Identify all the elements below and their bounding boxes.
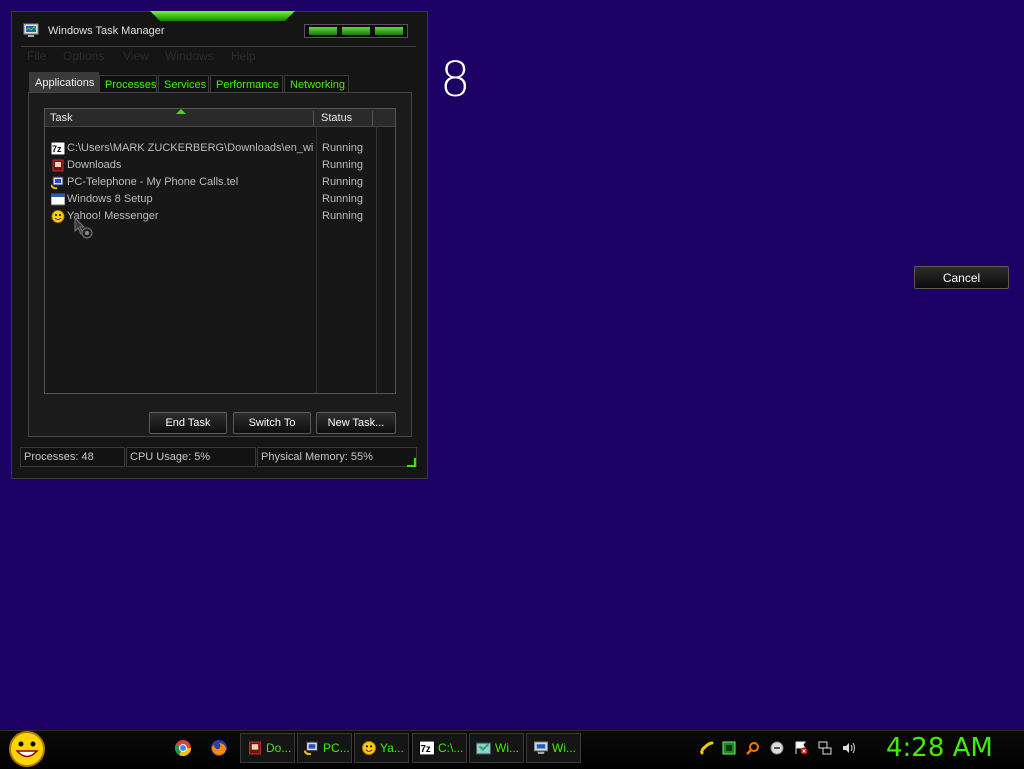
menu-file[interactable]: File bbox=[27, 49, 46, 63]
taskbar-item-task-manager[interactable]: Wi... bbox=[526, 733, 581, 763]
task-name: Windows 8 Setup bbox=[67, 193, 153, 205]
busy-cursor-icon bbox=[74, 217, 93, 239]
menu-bar: File Options View Windows Help bbox=[21, 46, 416, 65]
svg-text:7z: 7z bbox=[421, 744, 431, 755]
action-center-flag-icon[interactable] bbox=[794, 741, 808, 755]
firefox-icon[interactable] bbox=[210, 739, 228, 757]
resize-grip[interactable] bbox=[407, 458, 416, 467]
pc-telephone-icon bbox=[51, 176, 64, 189]
table-row[interactable]: Yahoo! Messenger Running bbox=[49, 208, 389, 225]
setup-window-icon bbox=[51, 193, 65, 206]
menu-options[interactable]: Options bbox=[63, 49, 104, 63]
taskbar-item-7zip[interactable]: 7z C:\... bbox=[412, 733, 467, 763]
taskbar-item-label: Ya... bbox=[380, 741, 404, 755]
window-title: Windows Task Manager bbox=[48, 25, 165, 37]
taskbar-item-label: Wi... bbox=[552, 741, 576, 755]
7zip-icon: 7z bbox=[419, 741, 435, 755]
desktop-big-number: 8 bbox=[440, 52, 471, 108]
downloads-icon bbox=[249, 741, 261, 755]
task-status: Running bbox=[322, 193, 363, 205]
menu-view[interactable]: View bbox=[123, 49, 149, 63]
cancel-button-label: Cancel bbox=[942, 271, 981, 285]
setup-window-icon bbox=[476, 742, 491, 755]
cancel-button[interactable]: Cancel bbox=[914, 266, 1009, 289]
tab-applications[interactable]: Applications bbox=[29, 72, 99, 94]
task-status: Running bbox=[322, 159, 363, 171]
downloads-icon bbox=[52, 159, 64, 172]
taskbar-clock[interactable]: 4:28 AM bbox=[886, 733, 993, 763]
task-manager-icon bbox=[23, 23, 39, 37]
search-icon[interactable] bbox=[746, 741, 760, 755]
7zip-icon: 7z bbox=[51, 142, 65, 155]
network-icon[interactable] bbox=[818, 741, 832, 755]
status-processes: Processes: 48 bbox=[20, 447, 125, 467]
task-name: PC-Telephone - My Phone Calls.tel bbox=[67, 176, 239, 188]
tab-services[interactable]: Services bbox=[158, 75, 209, 93]
chrome-icon[interactable] bbox=[174, 739, 192, 757]
switch-to-button[interactable]: Switch To bbox=[233, 412, 311, 434]
taskbar-item-windows-setup[interactable]: Wi... bbox=[469, 733, 524, 763]
window-controls bbox=[304, 24, 408, 38]
task-name: Downloads bbox=[67, 159, 122, 171]
menu-windows[interactable]: Windows bbox=[165, 49, 214, 63]
task-status: Running bbox=[322, 142, 363, 154]
status-physical-memory: Physical Memory: 55% bbox=[257, 447, 417, 467]
messenger-status-icon[interactable] bbox=[770, 741, 784, 755]
task-manager-content: Windows Task Manager File Options View W… bbox=[11, 11, 428, 479]
tab-processes[interactable]: Processes bbox=[99, 75, 157, 93]
table-row[interactable]: PC-Telephone - My Phone Calls.tel Runnin… bbox=[49, 174, 389, 191]
table-row[interactable]: 7z C:\Users\MARK ZUCKERBERG\Downloads\en… bbox=[49, 140, 389, 157]
taskbar-item-label: PC... bbox=[323, 741, 350, 755]
maximize-button[interactable] bbox=[342, 27, 370, 35]
phone-handset-icon[interactable] bbox=[700, 741, 714, 755]
taskbar-item-pc-telephone[interactable]: PC... bbox=[297, 733, 352, 763]
task-list[interactable]: Task Status 7z C:\Users\MARK ZUCKERBERG\… bbox=[44, 108, 396, 394]
status-cpu-usage: CPU Usage: 5% bbox=[126, 447, 256, 467]
task-status: Running bbox=[322, 176, 363, 188]
task-name: Yahoo! Messenger bbox=[67, 210, 159, 222]
volume-icon[interactable] bbox=[842, 741, 856, 755]
task-manager-icon bbox=[534, 741, 548, 754]
table-row[interactable]: Windows 8 Setup Running bbox=[49, 191, 389, 208]
pc-telephone-icon bbox=[304, 741, 318, 755]
tab-networking[interactable]: Networking bbox=[284, 75, 349, 93]
yahoo-messenger-icon bbox=[362, 741, 376, 755]
taskbar-item-label: Do... bbox=[266, 741, 292, 755]
taskbar-item-label: C:\... bbox=[438, 741, 464, 755]
taskbar-item-yahoo[interactable]: Ya... bbox=[354, 733, 409, 763]
table-row[interactable]: Downloads Running bbox=[49, 157, 389, 174]
status-bar: Processes: 48 CPU Usage: 5% Physical Mem… bbox=[20, 447, 417, 467]
end-task-button[interactable]: End Task bbox=[149, 412, 227, 434]
taskbar-item-downloads[interactable]: Do... bbox=[240, 733, 295, 763]
column-header-status[interactable]: Status bbox=[317, 111, 373, 126]
taskbar-item-label: Wi... bbox=[495, 741, 519, 755]
new-task-button[interactable]: New Task... bbox=[316, 412, 396, 434]
column-header-task[interactable]: Task bbox=[46, 111, 314, 126]
close-button[interactable] bbox=[375, 27, 403, 35]
tab-performance[interactable]: Performance bbox=[210, 75, 283, 93]
svg-text:7z: 7z bbox=[52, 144, 62, 154]
task-status: Running bbox=[322, 210, 363, 222]
task-name: C:\Users\MARK ZUCKERBERG\Downloads\en_wi… bbox=[67, 142, 313, 154]
yahoo-messenger-icon bbox=[51, 210, 65, 223]
green-app-icon[interactable] bbox=[722, 741, 736, 755]
minimize-button[interactable] bbox=[309, 27, 337, 35]
menu-help[interactable]: Help bbox=[231, 49, 256, 63]
start-button-smiley-icon[interactable] bbox=[8, 730, 46, 768]
